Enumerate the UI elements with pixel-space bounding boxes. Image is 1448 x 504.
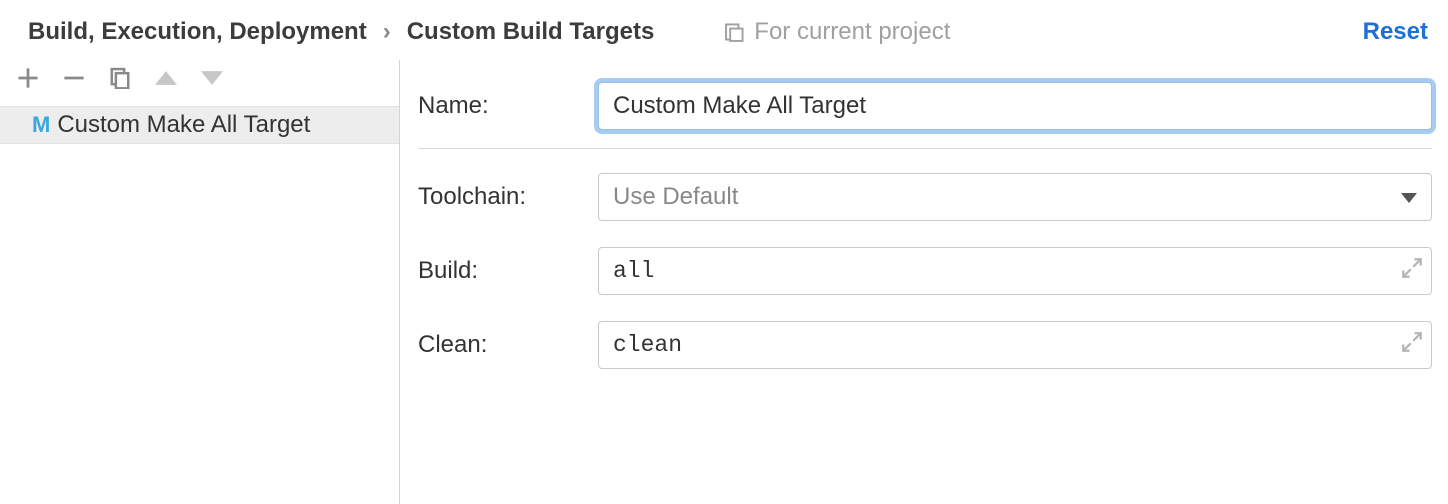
toolchain-select[interactable]: Use Default xyxy=(598,173,1432,221)
toolchain-label: Toolchain: xyxy=(418,183,598,211)
chevron-down-icon xyxy=(1401,183,1417,211)
build-label: Build: xyxy=(418,257,598,285)
move-down-icon xyxy=(198,64,226,92)
build-input[interactable] xyxy=(598,247,1432,295)
toolchain-value: Use Default xyxy=(613,183,738,211)
expand-icon[interactable] xyxy=(1402,331,1422,359)
project-scope-icon xyxy=(724,21,746,43)
form-divider xyxy=(418,148,1432,149)
list-item[interactable]: M Custom Make All Target xyxy=(0,106,399,144)
copy-icon[interactable] xyxy=(106,64,134,92)
clean-input[interactable] xyxy=(598,321,1432,369)
breadcrumb-separator-icon: › xyxy=(383,18,391,46)
target-form: Name: Toolchain: Use Default Build: xyxy=(400,60,1448,504)
targets-sidebar: M Custom Make All Target xyxy=(0,60,400,504)
remove-icon[interactable] xyxy=(60,64,88,92)
make-target-icon: M xyxy=(32,112,49,138)
breadcrumb-header: Build, Execution, Deployment › Custom Bu… xyxy=(0,0,1448,60)
add-icon[interactable] xyxy=(14,64,42,92)
reset-button[interactable]: Reset xyxy=(1363,18,1428,46)
expand-icon[interactable] xyxy=(1402,257,1422,285)
breadcrumb-root[interactable]: Build, Execution, Deployment xyxy=(28,18,367,46)
project-scope-indicator: For current project xyxy=(724,18,950,46)
move-up-icon xyxy=(152,64,180,92)
sidebar-toolbar xyxy=(0,60,399,100)
clean-label: Clean: xyxy=(418,331,598,359)
project-scope-label: For current project xyxy=(754,18,950,46)
name-input[interactable] xyxy=(598,82,1432,130)
breadcrumb-page: Custom Build Targets xyxy=(407,18,655,46)
list-item-label: Custom Make All Target xyxy=(57,111,310,139)
targets-list: M Custom Make All Target xyxy=(0,100,399,504)
name-label: Name: xyxy=(418,92,598,120)
